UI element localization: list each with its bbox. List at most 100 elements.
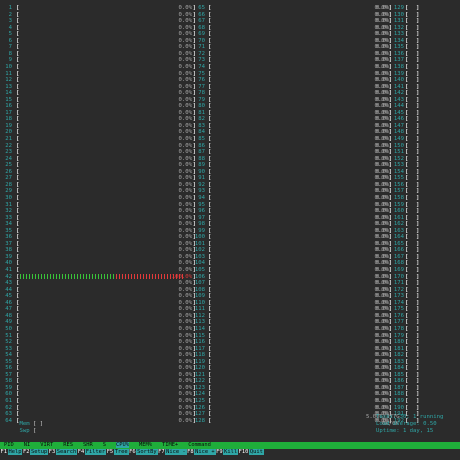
function-key-label: Kill (223, 449, 239, 455)
usage-tick (83, 274, 84, 280)
usage-tick (53, 274, 54, 280)
function-key-f3[interactable]: F3 Search (48, 449, 78, 456)
usage-tick (143, 274, 144, 280)
function-key-f10[interactable]: F10 Quit (238, 449, 264, 456)
function-key-label: SortBy (136, 449, 158, 455)
swp-label: Swp (19, 427, 30, 434)
usage-tick (92, 274, 93, 280)
usage-tick (116, 274, 117, 280)
usage-tick (89, 274, 90, 280)
cpu-number: 128 (194, 417, 205, 424)
usage-tick (32, 274, 33, 280)
function-key-bar: F1 Help F2 Setup F3 Search F4 Filter F5 Tree F6 Sor… (0, 449, 460, 456)
column-header-cpu[interactable]: CPU% (115, 442, 129, 448)
usage-tick (47, 274, 48, 280)
swap-meter: Swp [ (6, 421, 36, 441)
usage-tick (44, 274, 45, 280)
column-header-pid[interactable]: PID (4, 442, 14, 448)
usage-tick (38, 274, 39, 280)
function-key-code: F4 (77, 449, 85, 455)
function-key-code: F5 (106, 449, 114, 455)
usage-tick (95, 274, 96, 280)
usage-tick (23, 274, 24, 280)
function-key-code: F9 (215, 449, 224, 455)
usage-tick (134, 274, 135, 280)
usage-tick (59, 274, 60, 280)
column-header-s[interactable]: S (103, 442, 106, 448)
function-key-label: Search (55, 449, 78, 455)
usage-tick (65, 274, 66, 280)
usage-tick (107, 274, 108, 280)
function-key-label: Nice + (194, 449, 216, 455)
usage-tick (119, 274, 120, 280)
function-key-code: F2 (22, 449, 30, 455)
usage-tick (20, 274, 21, 280)
process-header-bar: PID NI VIRT RES SHR S CPU% MEM% TIME+ Command (0, 442, 460, 449)
tasks-line: Tasks: 30; 1 running (376, 414, 444, 420)
function-key-f2[interactable]: F2 Setup (22, 449, 49, 456)
usage-tick (104, 274, 105, 280)
function-key-f4[interactable]: F4 Filter (77, 449, 107, 456)
usage-tick (131, 274, 132, 280)
usage-tick (56, 274, 57, 280)
function-key-label: Filter (84, 449, 107, 455)
uptime-line: Uptime: 1 day, 15 (376, 428, 434, 434)
usage-tick (98, 274, 99, 280)
usage-tick (146, 274, 147, 280)
usage-tick (101, 274, 102, 280)
column-header-mem[interactable]: MEM% (139, 442, 152, 448)
function-key-label: Setup (29, 449, 49, 455)
function-key-code: F3 (48, 449, 56, 455)
htop-terminal: 1[0.0%] 2[0.0%] 3[0.0%] 4[0.0%] 5[0.0%] 6[0.0… (0, 0, 460, 460)
column-header-ni[interactable]: NI (24, 442, 31, 448)
usage-tick (155, 274, 156, 280)
cpu-percent: 0.0% (178, 417, 192, 424)
usage-tick (128, 274, 129, 280)
function-key-label: Quit (248, 449, 264, 455)
usage-tick (152, 274, 153, 280)
column-header-virt[interactable]: VIRT (40, 442, 53, 448)
usage-tick (113, 274, 114, 280)
column-header-res[interactable]: RES (63, 442, 73, 448)
function-key-label: Nice - (165, 449, 187, 455)
function-key-f9[interactable]: F9 Kill (215, 449, 239, 456)
usage-tick (125, 274, 126, 280)
usage-tick (68, 274, 69, 280)
usage-tick (80, 274, 81, 280)
usage-tick (50, 274, 51, 280)
usage-tick (158, 274, 159, 280)
function-key-f5[interactable]: F5 Tree (106, 449, 129, 456)
column-header-shr[interactable]: SHR (83, 442, 93, 448)
function-key-f7[interactable]: F7 Nice - (157, 449, 187, 456)
usage-tick (71, 274, 72, 280)
usage-tick (149, 274, 150, 280)
mem-close-bracket: ] (39, 420, 44, 427)
load-line: Load average: 0.50 (376, 421, 437, 427)
usage-tick (164, 274, 165, 280)
usage-tick (110, 274, 111, 280)
function-key-label: Tree (113, 449, 129, 455)
function-key-f1[interactable]: F1 Help (0, 449, 23, 456)
usage-tick (161, 274, 162, 280)
function-key-code: F1 (0, 449, 8, 455)
usage-tick (86, 274, 87, 280)
usage-tick (137, 274, 138, 280)
function-key-f6[interactable]: F6 SortBy (128, 449, 158, 456)
function-key-f8[interactable]: F8 Nice + (186, 449, 216, 456)
usage-tick (167, 274, 168, 280)
usage-tick (41, 274, 42, 280)
usage-tick (77, 274, 78, 280)
usage-tick (35, 274, 36, 280)
cpu-meter-128: 128[0.0%] (194, 418, 392, 425)
usage-tick (140, 274, 141, 280)
function-key-code: F10 (238, 449, 249, 455)
column-header-command[interactable]: Command (188, 442, 211, 448)
usage-tick (122, 274, 123, 280)
bar-open-bracket: [ (208, 417, 212, 424)
function-key-label: Help (7, 449, 23, 455)
swp-open-bracket: [ (29, 427, 37, 434)
usage-tick (74, 274, 75, 280)
usage-tick (29, 274, 30, 280)
usage-tick (62, 274, 63, 280)
column-header-time[interactable]: TIME+ (162, 442, 178, 448)
